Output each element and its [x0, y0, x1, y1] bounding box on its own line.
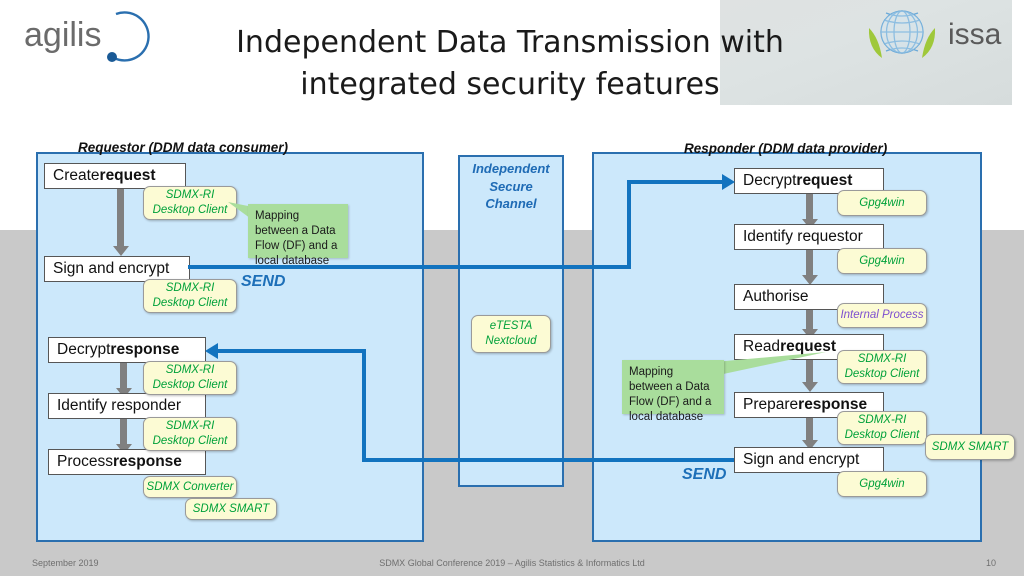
- responder-caption: Responder (DDM data provider): [684, 141, 888, 156]
- slide-title-line1: Independent Data Transmission with: [236, 25, 784, 60]
- svg-text:issa: issa: [948, 18, 1002, 51]
- callout-line1: SDMX Converter: [146, 480, 234, 493]
- callout-sdmx-ri-desktop-client-4: SDMX-RI Desktop Client: [143, 417, 237, 451]
- arrow-identify-to-authorise: [801, 250, 818, 285]
- callout-line1: Gpg4win: [859, 477, 905, 490]
- flow-request-horizontal-top: [627, 180, 725, 184]
- arrow-prepare-to-sign: [801, 418, 818, 450]
- step-identify-requestor-lead: Identify requestor: [743, 228, 863, 245]
- secure-channel-title-line1: Independent: [472, 161, 550, 176]
- callout-line1: Internal Process: [840, 309, 924, 321]
- step-sign-and-encrypt-responder[interactable]: Sign and encrypt: [734, 447, 884, 473]
- callout-internal-process: Internal Process: [837, 303, 927, 328]
- callout-line2: Nextcloud: [485, 335, 537, 347]
- step-identify-responder[interactable]: Identify responder: [48, 393, 206, 419]
- callout-gpg4win-2: Gpg4win: [837, 248, 927, 274]
- callout-line2: Desktop Client: [152, 435, 228, 447]
- slide-canvas: agilis issa Independent Data Transmissio…: [0, 0, 1024, 576]
- callout-sdmx-ri-desktop-client-1: SDMX-RI Desktop Client: [143, 186, 237, 220]
- flow-request-horizontal: [188, 265, 631, 269]
- mapping-note-responder: Mapping between a Data Flow (DF) and a l…: [622, 360, 724, 423]
- callout-line1: eTESTA: [489, 320, 533, 332]
- arrow-identify-to-process: [115, 419, 132, 454]
- footer-center-text: SDMX Global Conference 2019 – Agilis Sta…: [379, 558, 645, 568]
- callout-sdmx-converter: SDMX Converter: [143, 476, 237, 498]
- arrow-create-to-sign: [112, 189, 129, 256]
- step-sign-and-encrypt-responder-lead: Sign and encrypt: [743, 451, 860, 468]
- agilis-logo: agilis: [6, 8, 156, 64]
- flow-response-vertical: [362, 349, 366, 462]
- footer-page-number: 10: [985, 558, 996, 568]
- callout-line1: SDMX-RI: [857, 414, 907, 426]
- callout-line1: SDMX-RI: [165, 282, 215, 294]
- callout-line2: Desktop Client: [844, 429, 920, 441]
- flow-request-arrowhead: [722, 174, 735, 190]
- step-identify-responder-lead: Identify responder: [57, 397, 182, 414]
- callout-sdmx-ri-desktop-client-6: SDMX-RI Desktop Client: [837, 411, 927, 445]
- step-process-response-lead: Process: [57, 453, 113, 470]
- step-decrypt-request-lead: Decrypt: [743, 172, 797, 189]
- slide-title-line2: integrated security features: [300, 67, 720, 102]
- arrow-authorise-to-read: [801, 310, 818, 339]
- step-decrypt-response-lead: Decrypt: [57, 341, 111, 358]
- svg-text:agilis: agilis: [24, 16, 101, 54]
- callout-line2: Desktop Client: [152, 297, 228, 309]
- step-create-request-lead: Create: [53, 167, 100, 184]
- callout-line1: SDMX-RI: [857, 353, 907, 365]
- callout-line2: Desktop Client: [152, 204, 228, 216]
- callout-line1: SDMX-RI: [165, 420, 215, 432]
- step-process-response[interactable]: Process response: [48, 449, 206, 475]
- callout-gpg4win-1: Gpg4win: [837, 190, 927, 216]
- step-create-request-strong: request: [99, 167, 156, 184]
- callout-gpg4win-3: Gpg4win: [837, 471, 927, 497]
- send-label-requestor: SEND: [241, 273, 286, 290]
- slide-title: Independent Data Transmission with integ…: [180, 22, 840, 106]
- callout-line1: SDMX-RI: [165, 189, 215, 201]
- step-decrypt-response[interactable]: Decrypt response: [48, 337, 206, 363]
- callout-line1: SDMX SMART: [931, 440, 1009, 453]
- secure-channel-title-line2: Secure: [489, 178, 533, 194]
- secure-channel-title-line3: Channel: [485, 196, 537, 211]
- callout-line1: Gpg4win: [859, 254, 905, 267]
- callout-line1: SDMX SMART: [192, 502, 270, 515]
- callout-line2: Desktop Client: [844, 368, 920, 380]
- callout-sdmx-smart-responder: SDMX SMART: [925, 434, 1015, 460]
- send-label-responder: SEND: [682, 466, 727, 483]
- flow-response-horizontal-top: [218, 349, 366, 353]
- step-process-response-strong: response: [113, 453, 182, 470]
- callout-line1: Gpg4win: [859, 196, 905, 209]
- step-prepare-response-lead: Prepare: [743, 396, 799, 413]
- requestor-caption: Requestor (DDM data consumer): [78, 140, 289, 155]
- callout-sdmx-smart-requestor: SDMX SMART: [185, 498, 277, 520]
- step-sign-and-encrypt-requestor-lead: Sign and encrypt: [53, 260, 170, 277]
- mapping-note-requestor: Mapping between a Data Flow (DF) and a l…: [248, 204, 348, 267]
- step-identify-requestor[interactable]: Identify requestor: [734, 224, 884, 250]
- flow-response-horizontal-bottom: [362, 458, 734, 462]
- step-decrypt-response-strong: response: [110, 341, 180, 358]
- callout-line1: SDMX-RI: [165, 364, 215, 376]
- callout-sdmx-ri-desktop-client-2: SDMX-RI Desktop Client: [143, 279, 237, 313]
- flow-response-arrowhead: [205, 343, 218, 359]
- mapping-note-tail-responder: [714, 352, 826, 376]
- callout-sdmx-ri-desktop-client-5: SDMX-RI Desktop Client: [837, 350, 927, 384]
- arrow-decrypt-to-identify: [115, 363, 132, 398]
- callout-etesta-nextcloud: eTESTA Nextcloud: [471, 315, 551, 353]
- step-decrypt-request-strong: request: [796, 172, 853, 189]
- issa-logo: issa: [860, 4, 1020, 66]
- secure-channel-title: Independent Secure Channel: [458, 160, 564, 213]
- arrow-decrypt-to-identify-requestor: [801, 194, 818, 229]
- flow-request-vertical: [627, 180, 631, 269]
- callout-line2: Desktop Client: [152, 379, 228, 391]
- callout-sdmx-ri-desktop-client-3: SDMX-RI Desktop Client: [143, 361, 237, 395]
- step-authorise-lead: Authorise: [743, 288, 809, 305]
